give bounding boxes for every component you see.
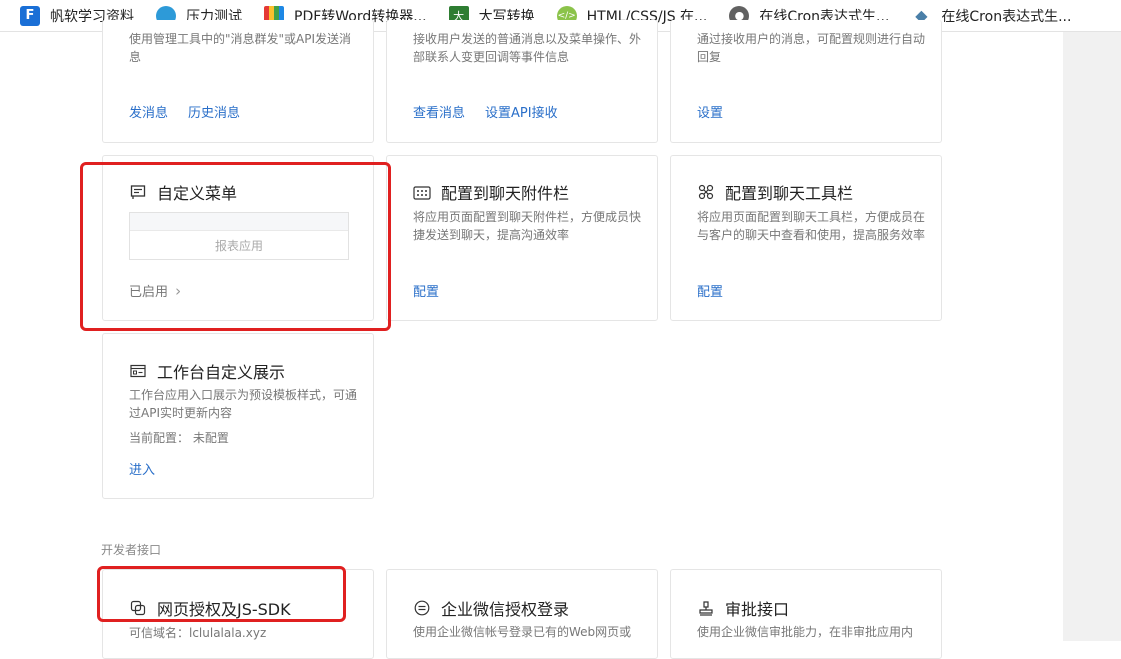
menu-preview[interactable]: 报表应用 — [129, 212, 349, 260]
stamp-icon — [697, 599, 715, 617]
card-title: 审批接口 — [725, 600, 790, 619]
card-workbench: 工作台自定义展示 工作台应用入口展示为预设模板样式，可通过API实时更新内容 当… — [102, 333, 374, 499]
enabled-status-link[interactable]: 已启用 › — [129, 281, 181, 300]
menu-item-report-app[interactable]: 报表应用 — [130, 231, 348, 261]
card-title: 配置到聊天工具栏 — [725, 184, 854, 203]
menu-icon — [129, 183, 147, 201]
scrollbar-track[interactable] — [1063, 32, 1121, 641]
card-title: 自定义菜单 — [157, 184, 238, 203]
view-message-link[interactable]: 查看消息 — [413, 102, 465, 121]
workbench-icon — [129, 362, 147, 380]
configure-link[interactable]: 配置 — [413, 281, 439, 300]
card-chat-attach: 配置到聊天附件栏 将应用页面配置到聊天附件栏，方便成员快捷发送到聊天，提高沟通效… — [386, 155, 658, 321]
set-api-receive-link[interactable]: 设置API接收 — [485, 102, 558, 121]
card-desc: 使用管理工具中的"消息群发"或API发送消息 — [129, 32, 352, 64]
settings-link[interactable]: 设置 — [697, 102, 723, 121]
card-chat-toolbar: 配置到聊天工具栏 将应用页面配置到聊天工具栏，方便成员在与客户的聊天中查看和使用… — [670, 155, 942, 321]
fanruan-icon: F — [20, 5, 40, 26]
card-receive-message: 接收用户发送的普通消息以及菜单操作、外部联系人变更回调等事件信息 查看消息 设置… — [386, 20, 658, 143]
card-desc: 接收用户发送的普通消息以及菜单操作、外部联系人变更回调等事件信息 — [413, 32, 642, 64]
status-text: 已启用 — [129, 285, 169, 300]
card-desc: 使用企业微信帐号登录已有的Web网页或 — [413, 625, 632, 639]
bookmark-label: 在线Cron表达式生... — [941, 8, 1072, 25]
card-desc: 将应用页面配置到聊天工具栏，方便成员在与客户的聊天中查看和使用，提高服务效率 — [697, 210, 926, 242]
card-desc: 将应用页面配置到聊天附件栏，方便成员快捷发送到聊天，提高沟通效率 — [413, 210, 642, 242]
card-desc: 使用企业微信审批能力，在非审批应用内 — [697, 625, 914, 639]
configure-link[interactable]: 配置 — [697, 281, 723, 300]
card-auto-reply: 通过接收用户的消息，可配置规则进行自动回复 设置 — [670, 20, 942, 143]
card-title: 工作台自定义展示 — [157, 363, 286, 382]
card-approval: 审批接口 使用企业微信审批能力，在非审批应用内 — [670, 569, 942, 659]
copy-icon — [129, 599, 147, 617]
history-message-link[interactable]: 历史消息 — [188, 102, 240, 121]
card-send-message: 使用管理工具中的"消息群发"或API发送消息 发消息 历史消息 — [102, 20, 374, 143]
card-title: 网页授权及JS-SDK — [157, 600, 291, 619]
login-icon — [413, 599, 431, 617]
section-developer-interface: 开发者接口 — [101, 543, 162, 557]
card-wecom-login: 企业微信授权登录 使用企业微信帐号登录已有的Web网页或 — [386, 569, 658, 659]
card-desc: 工作台应用入口展示为预设模板样式，可通过API实时更新内容 — [129, 388, 358, 420]
card-web-auth: 网页授权及JS-SDK 可信域名：lclulalala.xyz — [102, 569, 374, 659]
card-title: 配置到聊天附件栏 — [441, 184, 570, 203]
toolbar-icon — [697, 183, 715, 201]
attach-grid-icon — [413, 183, 431, 201]
trusted-domain: 可信域名：lclulalala.xyz — [129, 626, 267, 640]
card-title: 企业微信授权登录 — [441, 600, 570, 619]
send-message-link[interactable]: 发消息 — [129, 102, 168, 121]
card-desc: 通过接收用户的消息，可配置规则进行自动回复 — [697, 32, 926, 64]
chevron-right-icon: › — [175, 282, 182, 300]
enter-link[interactable]: 进入 — [129, 459, 155, 478]
current-config: 当前配置： 未配置 — [129, 431, 229, 445]
card-custom-menu: 自定义菜单 报表应用 已启用 › — [102, 155, 374, 321]
